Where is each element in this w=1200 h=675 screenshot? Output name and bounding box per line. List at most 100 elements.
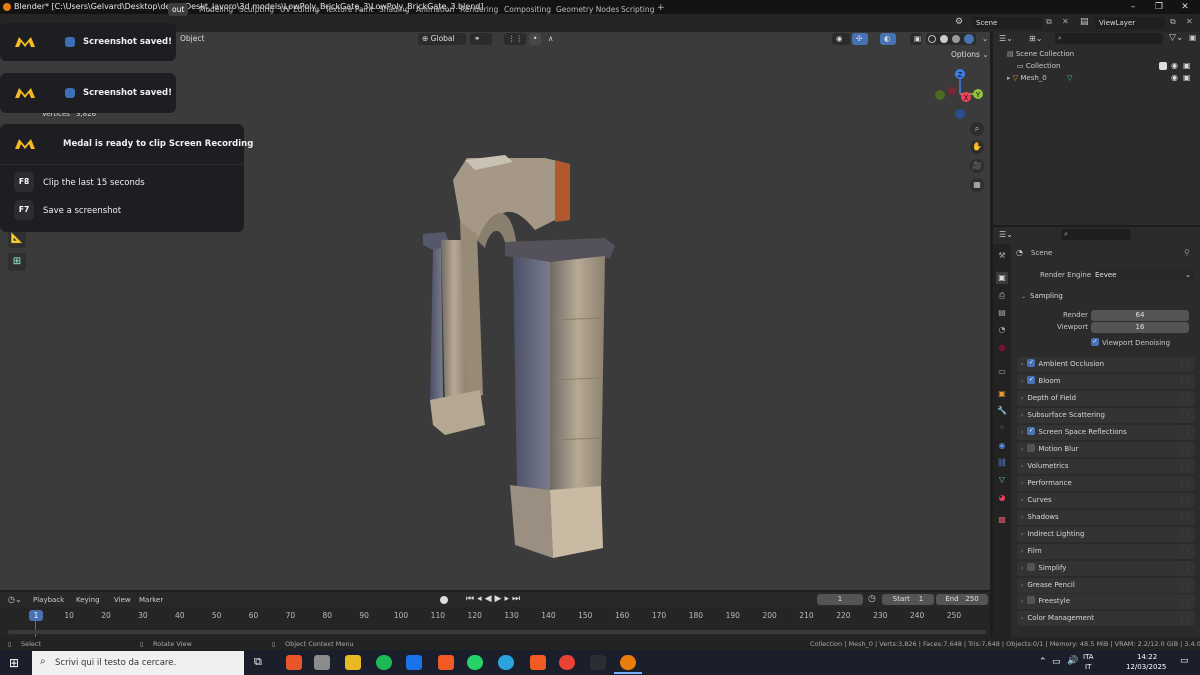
measure-tool-icon[interactable]: 📐	[8, 230, 26, 248]
drag-handle-icon[interactable]: ⋮⋮	[1179, 544, 1191, 559]
camera-restrict-icon[interactable]: ▣	[1183, 61, 1191, 70]
taskbar-search-input[interactable]: ⌕ Scrivi qui il testo da cercare.	[32, 651, 244, 675]
checkbox-unchecked-icon[interactable]	[1027, 596, 1036, 604]
options-button[interactable]: Options ⌄	[947, 49, 993, 61]
section-ambient-occlusion[interactable]: › ✓ Ambient Occlusion ⋮⋮	[1017, 357, 1195, 372]
gizmo-toggle[interactable]: ✣	[852, 33, 868, 45]
brick-gate-model[interactable]	[405, 150, 625, 560]
zoom-icon[interactable]: ⌕	[970, 122, 984, 136]
wireframe-shading-icon[interactable]	[928, 35, 936, 43]
output-tab-icon[interactable]: ⎙	[996, 290, 1008, 302]
solid-shading-icon[interactable]	[940, 35, 948, 43]
tab-compositing[interactable]: Compositing	[504, 5, 551, 14]
add-cube-tool-icon[interactable]: ⊞	[8, 253, 26, 271]
app-icon-mail[interactable]	[406, 655, 422, 670]
tab-scripting[interactable]: Scripting	[621, 5, 654, 14]
particles-tab-icon[interactable]: ⁘	[996, 422, 1008, 434]
playback-controls[interactable]: ⏮◂◀▶▸⏭	[466, 594, 523, 604]
tab-uv-editing[interactable]: UV Editing	[280, 5, 319, 14]
app-icon-whatsapp[interactable]	[467, 655, 483, 670]
checkbox-unchecked-icon[interactable]	[1027, 563, 1036, 571]
checkbox-unchecked-icon[interactable]	[1027, 444, 1036, 452]
language-line1[interactable]: ITA	[1083, 653, 1094, 661]
collection-tab-icon[interactable]: ▭	[996, 366, 1008, 378]
minimize-button[interactable]: –	[1120, 0, 1146, 14]
clock-date[interactable]: 12/03/2025	[1126, 663, 1166, 671]
outliner-row-collection[interactable]: ▭ Collection	[1017, 62, 1060, 70]
material-tab-icon[interactable]: ◕	[996, 492, 1008, 504]
scene-selector[interactable]: Scene	[972, 17, 1042, 29]
section-sampling[interactable]: ⌄ Sampling	[1017, 289, 1195, 304]
section-indirect-lighting[interactable]: › Indirect Lighting ⋮⋮	[1017, 527, 1195, 542]
shortcut-screenshot-label[interactable]: Save a screenshot	[43, 206, 121, 216]
windows-start-icon[interactable]: ⊞	[9, 656, 19, 670]
new-collection-icon[interactable]: ▣	[1189, 33, 1197, 42]
drag-handle-icon[interactable]: ⋮⋮	[1179, 578, 1191, 593]
drag-handle-icon[interactable]: ⋮⋮	[1179, 408, 1191, 423]
drag-handle-icon[interactable]: ⋮⋮	[1179, 391, 1191, 406]
view-layer-selector[interactable]: ViewLayer	[1095, 17, 1165, 29]
app-icon-chrome[interactable]	[559, 655, 575, 670]
timeline-menu-keying[interactable]: Keying	[76, 596, 100, 604]
camera-view-icon[interactable]: 🎥	[970, 159, 984, 173]
shading-popover[interactable]: ⌄	[978, 33, 988, 45]
section-shadows[interactable]: › Shadows ⋮⋮	[1017, 510, 1195, 525]
xray-toggle[interactable]: ▣	[910, 33, 922, 45]
tab-animation[interactable]: Animation	[416, 5, 454, 14]
pin-icon[interactable]: ⚲	[1184, 248, 1190, 257]
pan-hand-icon[interactable]: ✋	[970, 140, 984, 154]
drag-handle-icon[interactable]: ⋮⋮	[1179, 442, 1191, 457]
tray-chevron-icon[interactable]: ⌃	[1039, 657, 1047, 667]
eye-icon[interactable]: ◉	[1171, 61, 1178, 70]
section-freestyle[interactable]: › Freestyle ⋮⋮	[1017, 594, 1195, 609]
app-icon-telegram[interactable]	[498, 655, 514, 670]
transform-orientation-dropdown[interactable]: ⊕ Global	[418, 33, 466, 45]
properties-search-input[interactable]: ⌕	[1061, 229, 1131, 240]
outliner-root[interactable]: ▤ Scene Collection	[1007, 50, 1074, 58]
tab-shading[interactable]: Shading	[379, 5, 409, 14]
section-color-management[interactable]: › Color Management ⋮⋮	[1017, 611, 1195, 626]
snap-dropdown[interactable]: ⋮⋮	[504, 33, 526, 45]
perspective-toggle-icon[interactable]: ▦	[970, 178, 984, 192]
end-frame-field[interactable]: End 250	[936, 594, 988, 605]
section-screen-space-reflections[interactable]: › ✓ Screen Space Reflections ⋮⋮	[1017, 425, 1195, 440]
app-icon-printer[interactable]	[314, 655, 330, 670]
timeline-editor-icon[interactable]: ◷⌄	[8, 595, 22, 604]
app-icon-file-explorer[interactable]	[345, 655, 361, 670]
outliner-search-input[interactable]: ⌕	[1055, 33, 1163, 44]
checkbox-checked-icon[interactable]: ✓	[1027, 376, 1036, 384]
sampling-viewport-field[interactable]: 16	[1091, 322, 1189, 333]
drag-handle-icon[interactable]: ⋮⋮	[1179, 374, 1191, 389]
section-curves[interactable]: › Curves ⋮⋮	[1017, 493, 1195, 508]
shortcut-clip-label[interactable]: Clip the last 15 seconds	[43, 178, 145, 188]
app-icon-medal[interactable]	[590, 655, 606, 670]
drag-handle-icon[interactable]: ⋮⋮	[1179, 594, 1191, 609]
physics-tab-icon[interactable]: ◉	[996, 440, 1008, 452]
task-view-icon[interactable]: ⧉	[254, 655, 262, 669]
sampling-render-field[interactable]: 64	[1091, 310, 1189, 321]
drag-handle-icon[interactable]: ⋮⋮	[1179, 476, 1191, 491]
record-button[interactable]	[440, 596, 448, 604]
object-tab-icon[interactable]: ▣	[996, 388, 1008, 400]
navigation-gizmo[interactable]: Z Y X	[930, 64, 990, 124]
app-icon-brave-2[interactable]	[530, 655, 546, 670]
material-shading-icon[interactable]	[952, 35, 960, 43]
tab-texture-paint[interactable]: Texture Paint	[325, 5, 373, 14]
properties-editor-type-icon[interactable]: ☰⌄	[999, 230, 1013, 239]
close-scene-icon[interactable]: ✕	[1062, 17, 1069, 26]
scene-tab-icon[interactable]: ◔	[996, 324, 1008, 336]
app-icon-dolby[interactable]	[286, 655, 302, 670]
drag-handle-icon[interactable]: ⋮⋮	[1179, 561, 1191, 576]
notifications-icon[interactable]: ▭	[1180, 656, 1189, 666]
world-tab-icon[interactable]: ◍	[996, 342, 1008, 354]
render-engine-dropdown[interactable]: Eevee ⌄	[1091, 270, 1194, 281]
visibility-dropdown[interactable]: ◉	[832, 33, 850, 45]
section-simplify[interactable]: › Simplify ⋮⋮	[1017, 561, 1195, 576]
drag-handle-icon[interactable]: ⋮⋮	[1179, 493, 1191, 508]
drag-handle-icon[interactable]: ⋮⋮	[1179, 527, 1191, 542]
section-volumetrics[interactable]: › Volumetrics ⋮⋮	[1017, 459, 1195, 474]
view-layer-tab-icon[interactable]: ▤	[996, 307, 1008, 319]
tab-rendering[interactable]: Rendering	[460, 5, 498, 14]
falloff-dropdown[interactable]: ∧	[544, 33, 558, 45]
tab-geometry-nodes[interactable]: Geometry Nodes	[556, 5, 619, 14]
